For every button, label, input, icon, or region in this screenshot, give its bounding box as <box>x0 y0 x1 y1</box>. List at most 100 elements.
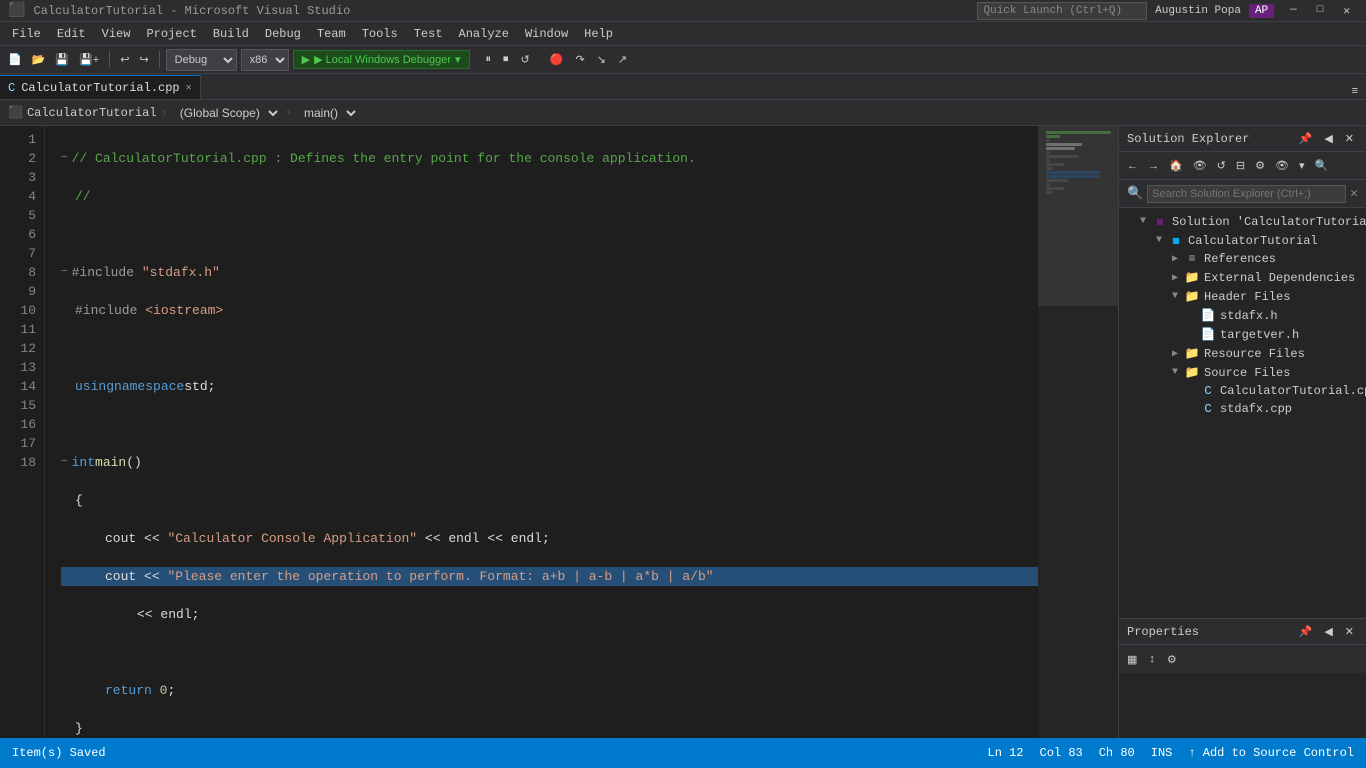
menu-item-test[interactable]: Test <box>406 25 451 43</box>
code-line-5: #include <iostream> <box>61 301 1038 320</box>
ext-deps-expand-icon[interactable]: ▶ <box>1167 272 1183 284</box>
minimap-viewport[interactable] <box>1038 126 1118 306</box>
se-arrow-button[interactable]: ◀ <box>1320 130 1336 147</box>
tree-external-deps[interactable]: ▶ 📁 External Dependencies <box>1119 268 1366 287</box>
se-back-button[interactable]: ← <box>1123 158 1142 174</box>
code-line-4: −#include "stdafx.h" <box>61 263 1038 282</box>
se-preview-button[interactable]: 👁 <box>1271 157 1293 174</box>
new-tab-button[interactable]: ≡ <box>1348 83 1362 99</box>
se-home-button[interactable]: 🏠 <box>1165 157 1187 174</box>
code-line-14 <box>61 643 1038 662</box>
menu-item-analyze[interactable]: Analyze <box>451 25 517 43</box>
tree-project[interactable]: ▼ ◼ CalculatorTutorial <box>1119 231 1366 250</box>
ch-indicator: Ch 80 <box>1099 746 1135 760</box>
menu-bar: FileEditViewProjectBuildDebugTeamToolsTe… <box>0 22 1366 46</box>
redo-button[interactable]: ↪ <box>135 51 152 68</box>
code-line-9: −int main() <box>61 453 1038 472</box>
code-line-11: cout << "Calculator Console Application"… <box>61 529 1038 548</box>
undo-button[interactable]: ↩ <box>116 51 133 68</box>
menu-item-file[interactable]: File <box>4 25 49 43</box>
menu-item-help[interactable]: Help <box>576 25 621 43</box>
resource-files-expand-icon[interactable]: ▶ <box>1167 348 1183 360</box>
menu-item-debug[interactable]: Debug <box>257 25 309 43</box>
solution-explorer: Solution Explorer 📌 ◀ ✕ ← → 🏠 👁 ↺ ⊟ ⚙ 👁 … <box>1118 126 1366 738</box>
code-line-6 <box>61 339 1038 358</box>
source-files-expand-icon[interactable]: ▼ <box>1167 367 1183 378</box>
stop-button[interactable]: ⏹ <box>499 51 513 68</box>
save-all-button[interactable]: 💾+ <box>75 51 103 68</box>
menu-item-window[interactable]: Window <box>517 25 576 43</box>
solution-expand-icon[interactable]: ▼ <box>1135 216 1151 227</box>
tree-source-files[interactable]: ▼ 📁 Source Files <box>1119 363 1366 382</box>
platform-select[interactable]: x86 x64 <box>241 49 289 71</box>
prop-sort-button[interactable]: ↕ <box>1145 651 1159 667</box>
restart-button[interactable]: ↺ <box>517 51 534 68</box>
debug-config-select[interactable]: Debug Release <box>166 49 237 71</box>
se-refresh-button[interactable]: ↺ <box>1213 157 1230 174</box>
menu-item-edit[interactable]: Edit <box>49 25 94 43</box>
tree-targetver-h[interactable]: ▶ 📄 targetver.h <box>1119 325 1366 344</box>
step-out-button[interactable]: ↗ <box>614 51 631 68</box>
se-show-all-button[interactable]: 👁 <box>1189 157 1211 174</box>
tab-close-button[interactable]: ✕ <box>186 82 192 94</box>
se-close-button[interactable]: ✕ <box>1341 130 1358 147</box>
line-numbers: 1 2 3 4 5 6 7 8 9 10 11 12 13 14 15 16 1 <box>0 126 45 738</box>
tree-calculator-cpp[interactable]: ▶ C CalculatorTutorial.cpp <box>1119 382 1366 400</box>
se-filter-button[interactable]: ▾ <box>1295 157 1309 174</box>
step-over-button[interactable]: ↷ <box>571 51 588 68</box>
menu-item-project[interactable]: Project <box>138 25 204 43</box>
menu-item-tools[interactable]: Tools <box>354 25 406 43</box>
stdafx-cpp-icon: C <box>1199 402 1217 416</box>
search-clear-icon[interactable]: ✕ <box>1350 186 1358 201</box>
run-debugger-button[interactable]: ▶ ▶ Local Windows Debugger ▾ <box>293 50 470 69</box>
prop-arrow-button[interactable]: ◀ <box>1320 623 1336 640</box>
breakpoint-button[interactable]: 🔴 <box>546 51 568 68</box>
menu-item-view[interactable]: View <box>94 25 139 43</box>
toolbar: 📄 📂 💾 💾+ ↩ ↪ Debug Release x86 x64 ▶ ▶ L… <box>0 46 1366 74</box>
tab-calculator-tutorial[interactable]: C CalculatorTutorial.cpp ✕ <box>0 75 201 99</box>
tree-stdafx-h[interactable]: ▶ 📄 stdafx.h <box>1119 306 1366 325</box>
symbol-select[interactable]: main() <box>296 105 359 121</box>
stdafx-h-icon: 📄 <box>1199 308 1217 323</box>
se-search-input[interactable] <box>1147 185 1346 203</box>
code-line-13: << endl; <box>61 605 1038 624</box>
new-project-button[interactable]: 📄 <box>4 51 26 68</box>
se-pin-button[interactable]: 📌 <box>1295 130 1317 147</box>
code-line-7: using namespace std; <box>61 377 1038 396</box>
tree-references[interactable]: ▶ ≡ References <box>1119 250 1366 268</box>
prop-pin-button[interactable]: 📌 <box>1295 623 1317 640</box>
prop-close-button[interactable]: ✕ <box>1341 623 1358 640</box>
search-box[interactable]: Quick Launch (Ctrl+Q) <box>977 2 1148 20</box>
header-files-expand-icon[interactable]: ▼ <box>1167 291 1183 302</box>
run-dropdown-icon[interactable]: ▾ <box>455 53 461 66</box>
tree-header-files[interactable]: ▼ 📁 Header Files <box>1119 287 1366 306</box>
se-properties-button[interactable]: ⚙ <box>1251 157 1269 174</box>
step-into-button[interactable]: ↘ <box>593 51 610 68</box>
se-forward-button[interactable]: → <box>1144 158 1163 174</box>
code-container[interactable]: 1 2 3 4 5 6 7 8 9 10 11 12 13 14 15 16 1 <box>0 126 1118 738</box>
save-button[interactable]: 💾 <box>51 51 73 68</box>
file-toolbar-group: 📄 📂 💾 💾+ <box>4 51 110 68</box>
menu-item-team[interactable]: Team <box>309 25 354 43</box>
tree-stdafx-cpp[interactable]: ▶ C stdafx.cpp <box>1119 400 1366 418</box>
pause-button[interactable]: ⏸ <box>482 51 496 68</box>
resource-files-icon: 📁 <box>1183 346 1201 361</box>
resource-files-label: Resource Files <box>1204 347 1366 361</box>
tree-solution[interactable]: ▼ ◼ Solution 'CalculatorTutorial' (1 pro… <box>1119 212 1366 231</box>
references-icon: ≡ <box>1183 252 1201 266</box>
prop-grid-button[interactable]: ▦ <box>1123 651 1141 668</box>
prop-pages-button[interactable]: ⚙ <box>1163 651 1181 668</box>
code-content[interactable]: −// CalculatorTutorial.cpp : Defines the… <box>45 126 1038 738</box>
menu-item-build[interactable]: Build <box>205 25 257 43</box>
source-control-button[interactable]: ↑ Add to Source Control <box>1188 746 1354 760</box>
open-button[interactable]: 📂 <box>28 51 50 68</box>
se-search-button[interactable]: 🔍 <box>1310 157 1332 174</box>
se-collapse-button[interactable]: ⊟ <box>1232 157 1249 174</box>
tree-resource-files[interactable]: ▶ 📁 Resource Files <box>1119 344 1366 363</box>
project-expand-icon[interactable]: ▼ <box>1151 235 1167 246</box>
references-expand-icon[interactable]: ▶ <box>1167 253 1183 265</box>
minimize-button[interactable]: — <box>1282 4 1305 18</box>
maximize-button[interactable]: □ <box>1309 4 1332 18</box>
scope-select[interactable]: (Global Scope) <box>172 105 281 121</box>
close-button[interactable]: ✕ <box>1335 4 1358 18</box>
